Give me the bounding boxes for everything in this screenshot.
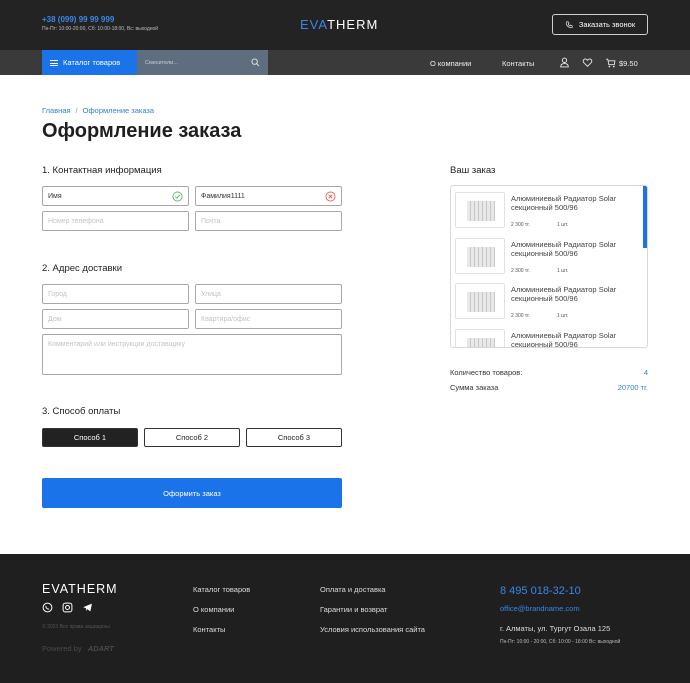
order-sum-label: Сумма заказа bbox=[450, 383, 499, 392]
house-field[interactable]: Дом bbox=[42, 309, 189, 329]
footer-logo[interactable]: EVATHERM bbox=[42, 582, 118, 596]
cart-total[interactable]: $9.50 bbox=[619, 59, 638, 68]
phone-icon bbox=[565, 20, 573, 28]
contact-heading: 1. Контактная информация bbox=[42, 165, 162, 176]
catalog-label: Каталог товаров bbox=[63, 58, 121, 67]
instagram-icon[interactable] bbox=[62, 602, 73, 613]
page-title: Оформление заказа bbox=[42, 120, 242, 142]
powered-by-label: Powered by bbox=[42, 644, 82, 653]
copyright: © 2023 Все права защищены bbox=[42, 624, 110, 630]
payment-heading: 3. Способ оплаты bbox=[42, 406, 121, 417]
footer-link-terms[interactable]: Условия использования сайта bbox=[320, 625, 425, 634]
heart-icon[interactable] bbox=[582, 57, 593, 68]
item-qty: 1 шт. bbox=[557, 313, 569, 319]
item-name: Алюминиевый Радиатор Solar секционный 50… bbox=[511, 285, 617, 303]
order-items-list[interactable]: Алюминиевый Радиатор Solar секционный 50… bbox=[450, 185, 648, 348]
header-hours: Пн-Пт: 10:00-20:00, Сб: 10:00-18:00, Вс:… bbox=[42, 26, 159, 32]
top-header: +38 (099) 99 99 999 Пн-Пт: 10:00-20:00, … bbox=[0, 0, 690, 50]
footer-phone[interactable]: 8 495 018-32-10 bbox=[500, 585, 581, 597]
product-image bbox=[455, 238, 505, 274]
item-price: 2 300 тг. bbox=[511, 268, 530, 274]
breadcrumb-home[interactable]: Главная bbox=[42, 106, 71, 115]
call-request-button[interactable]: Заказать звонок bbox=[552, 14, 648, 35]
city-field[interactable]: Город bbox=[42, 284, 189, 304]
item-name: Алюминиевый Радиатор Solar секционный 50… bbox=[511, 194, 617, 212]
whatsapp-icon[interactable] bbox=[42, 602, 53, 613]
nav-link-contacts[interactable]: Контакты bbox=[502, 59, 534, 68]
menu-icon bbox=[50, 59, 58, 66]
item-price: 2 300 тг. bbox=[511, 313, 530, 319]
product-image bbox=[455, 329, 505, 347]
item-price: 2 300 тг. bbox=[511, 222, 530, 228]
submit-order-button[interactable]: Оформить заказ bbox=[42, 478, 342, 508]
first-name-value: Имя bbox=[48, 192, 62, 200]
product-image bbox=[455, 283, 505, 319]
payment-method-3-button[interactable]: Способ 3 bbox=[246, 428, 342, 447]
footer-link-catalog[interactable]: Каталог товаров bbox=[193, 585, 250, 594]
footer-link-delivery[interactable]: Оплата и доставка bbox=[320, 585, 386, 594]
footer-email[interactable]: office@brandname.com bbox=[500, 604, 580, 613]
email-field[interactable]: Почта bbox=[195, 211, 342, 231]
last-name-field[interactable]: Фамилия1111 bbox=[195, 186, 342, 206]
call-button-label: Заказать звонок bbox=[578, 20, 636, 29]
cart-icon[interactable] bbox=[605, 57, 616, 68]
footer-address: г. Алматы, ул. Тургут Озала 125 bbox=[500, 624, 611, 633]
error-circle-icon bbox=[325, 191, 336, 202]
last-name-value: Фамилия1111 bbox=[201, 192, 245, 200]
logo[interactable]: EVATHERM bbox=[300, 17, 378, 32]
item-qty: 1 шт. bbox=[557, 222, 569, 228]
breadcrumb-separator: / bbox=[75, 106, 78, 115]
breadcrumb-current: Оформление заказа bbox=[82, 106, 155, 115]
footer: EVATHERM © 2023 Все права защищены Power… bbox=[0, 554, 690, 683]
powered-by: Powered by ADART bbox=[42, 644, 114, 653]
footer-hours: Пн-Пт: 10:00 - 20:00, Сб: 10:00 - 18:00 … bbox=[500, 639, 621, 645]
footer-link-contacts[interactable]: Контакты bbox=[193, 625, 225, 634]
item-qty: 1 шт. bbox=[557, 268, 569, 274]
header-phone[interactable]: +38 (099) 99 99 999 bbox=[42, 15, 114, 24]
item-name: Алюминиевый Радиатор Solar секционный 50… bbox=[511, 240, 617, 258]
radiator-image bbox=[467, 338, 495, 347]
payment-method-2-button[interactable]: Способ 2 bbox=[144, 428, 240, 447]
product-image bbox=[455, 192, 505, 228]
check-circle-icon bbox=[172, 191, 183, 202]
radiator-image bbox=[467, 247, 495, 267]
apartment-field[interactable]: Квартира/офис bbox=[195, 309, 342, 329]
search-input[interactable]: Смесители... bbox=[137, 50, 268, 75]
payment-method-1-button[interactable]: Способ 1 bbox=[42, 428, 138, 447]
comment-field[interactable]: Комментарий или инструкции доставщику bbox=[42, 334, 342, 375]
radiator-image bbox=[467, 292, 495, 312]
items-count-label: Количество товаров: bbox=[450, 368, 523, 377]
logo-part1: EVA bbox=[300, 17, 328, 32]
footer-link-about[interactable]: О компании bbox=[193, 605, 234, 614]
footer-link-warranty[interactable]: Гарантии и возврат bbox=[320, 605, 388, 614]
street-field[interactable]: Улица bbox=[195, 284, 342, 304]
catalog-button[interactable]: Каталог товаров bbox=[42, 50, 137, 75]
breadcrumb: Главная / Оформление заказа bbox=[42, 106, 154, 115]
nav-bar: Каталог товаров Смесители... О компании … bbox=[0, 50, 690, 75]
nav-link-about[interactable]: О компании bbox=[430, 59, 471, 68]
order-heading: Ваш заказ bbox=[450, 165, 496, 176]
order-item[interactable]: Алюминиевый Радиатор Solar секционный 50… bbox=[451, 188, 641, 234]
powered-brand-logo[interactable]: ADART bbox=[88, 644, 114, 653]
order-sum-value: 20700 тг. bbox=[617, 383, 648, 392]
user-icon[interactable] bbox=[559, 57, 570, 68]
telegram-icon[interactable] bbox=[82, 602, 93, 613]
order-scrollbar[interactable] bbox=[643, 186, 647, 248]
logo-part2: THERM bbox=[327, 17, 379, 32]
first-name-field[interactable]: Имя bbox=[42, 186, 189, 206]
items-count-value: 4 bbox=[643, 368, 648, 377]
order-item[interactable]: Алюминиевый Радиатор Solar секционный 50… bbox=[451, 234, 641, 280]
phone-field[interactable]: Номер телефона bbox=[42, 211, 189, 231]
item-name: Алюминиевый Радиатор Solar секционный 50… bbox=[511, 331, 617, 348]
order-item[interactable]: Алюминиевый Радиатор Solar секционный 50… bbox=[451, 279, 641, 325]
delivery-heading: 2. Адрес доставки bbox=[42, 263, 123, 274]
search-icon[interactable] bbox=[251, 58, 260, 67]
search-placeholder: Смесители... bbox=[145, 59, 178, 66]
order-item[interactable]: Алюминиевый Радиатор Solar секционный 50… bbox=[451, 325, 641, 348]
radiator-image bbox=[467, 201, 495, 221]
